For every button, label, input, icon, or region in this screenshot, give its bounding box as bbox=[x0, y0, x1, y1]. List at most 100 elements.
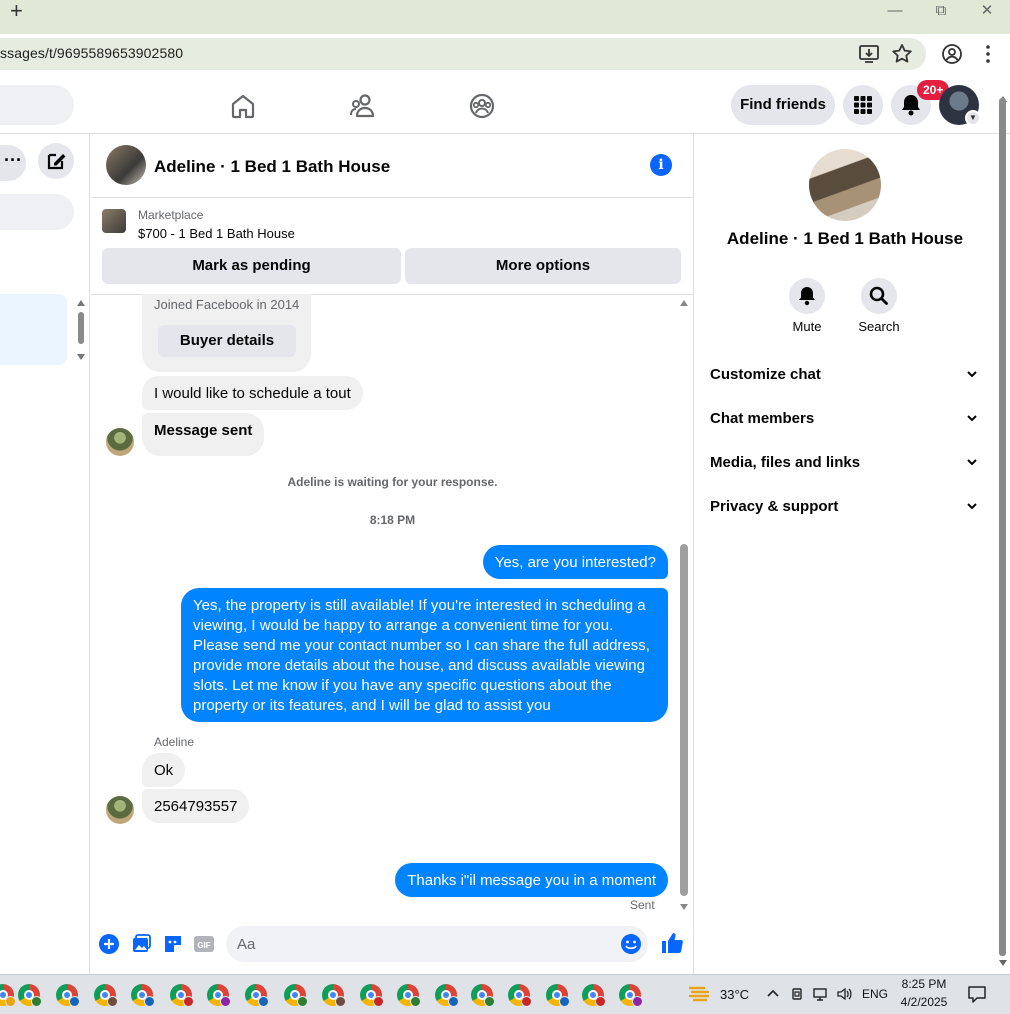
bell-icon bbox=[799, 287, 815, 306]
message-input[interactable] bbox=[226, 926, 648, 962]
browser-menu-icon[interactable] bbox=[976, 42, 1000, 66]
clock-date[interactable]: 4/2/2025 bbox=[893, 995, 955, 1009]
chrome-taskbar-icon[interactable] bbox=[94, 984, 118, 1007]
plus-icon[interactable] bbox=[98, 933, 120, 955]
url-text[interactable]: ssages/t/9695589653902580 bbox=[0, 45, 183, 61]
mark-as-pending-button[interactable]: Mark as pending bbox=[102, 248, 401, 284]
chat-details-panel bbox=[695, 134, 1010, 974]
joined-info: Joined Facebook in 2014 bbox=[154, 297, 300, 312]
thumbs-up-icon[interactable] bbox=[660, 931, 684, 955]
chrome-taskbar-icon[interactable] bbox=[284, 984, 308, 1007]
selected-chat-item[interactable] bbox=[0, 294, 67, 365]
page-scrollbar-thumb[interactable] bbox=[999, 98, 1006, 956]
sender-avatar[interactable] bbox=[106, 428, 134, 456]
close-window-button[interactable]: ✕ bbox=[964, 0, 1010, 22]
message-bubble-outgoing[interactable]: Yes, the property is still available! If… bbox=[181, 588, 668, 722]
language-indicator[interactable]: ENG bbox=[862, 987, 888, 1001]
chrome-taskbar-icon[interactable] bbox=[322, 984, 346, 1007]
chrome-taskbar-icon[interactable] bbox=[207, 984, 231, 1007]
search-button[interactable] bbox=[861, 278, 897, 314]
search-label: Search bbox=[858, 319, 900, 334]
chrome-taskbar-icon[interactable] bbox=[508, 984, 532, 1007]
groups-icon[interactable] bbox=[466, 90, 498, 122]
chevron-down-icon bbox=[967, 459, 977, 466]
minimize-button[interactable]: — bbox=[872, 0, 918, 22]
temperature[interactable]: 33°C bbox=[720, 987, 749, 1002]
chrome-taskbar-icon[interactable] bbox=[245, 984, 269, 1007]
bookmark-star-icon[interactable] bbox=[890, 42, 914, 66]
chrome-taskbar-icon[interactable] bbox=[170, 984, 194, 1007]
chats-list-column bbox=[0, 134, 90, 974]
emoji-icon[interactable] bbox=[620, 933, 642, 955]
customize-chat-section[interactable]: Customize chat bbox=[710, 361, 985, 389]
sent-status: Sent bbox=[630, 898, 655, 912]
gif-icon[interactable]: GIF bbox=[193, 933, 215, 955]
home-icon[interactable] bbox=[227, 90, 259, 122]
listing-thumbnail[interactable] bbox=[102, 209, 126, 233]
chrome-taskbar-icon[interactable] bbox=[582, 984, 606, 1007]
privacy-support-section[interactable]: Privacy & support bbox=[710, 493, 985, 521]
chat-avatar[interactable] bbox=[106, 145, 146, 185]
chrome-taskbar-icon[interactable] bbox=[435, 984, 459, 1007]
sender-avatar[interactable] bbox=[106, 796, 134, 824]
new-tab-button[interactable]: + bbox=[10, 0, 34, 22]
chrome-taskbar-icon[interactable] bbox=[397, 984, 421, 1007]
message-bubble-outgoing[interactable]: Yes, are you interested? bbox=[482, 545, 668, 579]
message-bubble-incoming[interactable]: Ok bbox=[142, 753, 186, 787]
weather-icon[interactable] bbox=[688, 984, 712, 1004]
profile-icon[interactable] bbox=[940, 42, 964, 66]
message-bubble-incoming[interactable]: 2564793557 bbox=[142, 789, 250, 823]
chrome-taskbar-icon[interactable] bbox=[360, 984, 384, 1007]
network-icon[interactable] bbox=[812, 986, 828, 1002]
message-timestamp: 8:18 PM bbox=[369, 513, 416, 527]
details-title: Adeline · 1 Bed 1 Bath House bbox=[726, 229, 964, 248]
chrome-taskbar-icon[interactable] bbox=[619, 984, 643, 1007]
chat-title[interactable]: Adeline · 1 Bed 1 Bath House bbox=[154, 157, 390, 177]
waiting-notice-text: Adeline is waiting for your response. bbox=[287, 475, 498, 489]
details-avatar[interactable] bbox=[809, 149, 881, 221]
chrome-taskbar-icon[interactable] bbox=[131, 984, 155, 1007]
photo-icon[interactable] bbox=[130, 933, 152, 955]
new-message-button[interactable] bbox=[38, 143, 74, 179]
device-icon[interactable] bbox=[789, 986, 805, 1002]
info-icon[interactable]: i bbox=[650, 154, 672, 176]
restore-button[interactable]: ⧉ bbox=[918, 0, 964, 22]
mute-label: Mute bbox=[792, 319, 822, 334]
browser-tab-strip bbox=[0, 0, 1010, 34]
friends-icon[interactable] bbox=[347, 90, 379, 122]
sticker-icon[interactable] bbox=[162, 933, 184, 955]
message-bubble-outgoing[interactable]: Thanks i"il message you in a moment bbox=[395, 863, 668, 897]
listing-title[interactable]: $700 - 1 Bed 1 Bath House bbox=[138, 226, 295, 241]
chrome-taskbar-icon[interactable] bbox=[56, 984, 80, 1007]
chevron-down-icon bbox=[967, 415, 977, 422]
message-bubble-incoming[interactable]: Message sent bbox=[142, 413, 265, 456]
chevron-down-icon[interactable]: ▼ bbox=[965, 110, 981, 126]
chevron-down-icon bbox=[967, 371, 977, 378]
message-input-placeholder[interactable]: Aa bbox=[237, 936, 255, 953]
buyer-details-button[interactable]: Buyer details bbox=[158, 325, 296, 357]
clock-time[interactable]: 8:25 PM bbox=[893, 977, 955, 991]
chrome-taskbar-icon[interactable] bbox=[18, 984, 42, 1007]
chat-members-section[interactable]: Chat members bbox=[710, 405, 985, 433]
chat-list-scrollbar[interactable] bbox=[77, 300, 85, 360]
mute-button[interactable] bbox=[789, 278, 825, 314]
media-files-links-section[interactable]: Media, files and links bbox=[710, 449, 985, 477]
message-bubble-incoming[interactable]: I would like to schedule a tout bbox=[142, 376, 363, 410]
chevron-up-icon[interactable] bbox=[765, 986, 781, 1002]
menu-button[interactable] bbox=[843, 85, 883, 125]
facebook-search-input[interactable] bbox=[0, 85, 74, 125]
marketplace-label: Marketplace bbox=[138, 208, 204, 222]
chrome-taskbar-icon[interactable] bbox=[546, 984, 570, 1007]
chat-scrollbar-thumb[interactable] bbox=[680, 544, 688, 896]
find-friends-button[interactable]: Find friends bbox=[731, 85, 835, 125]
volume-icon[interactable] bbox=[836, 986, 852, 1002]
chevron-down-icon bbox=[967, 503, 977, 510]
search-icon bbox=[869, 286, 888, 305]
install-app-icon[interactable] bbox=[857, 42, 881, 66]
messenger-search-input[interactable] bbox=[0, 194, 74, 230]
section-label: Chat members bbox=[710, 410, 815, 427]
chrome-taskbar-icon[interactable] bbox=[471, 984, 495, 1007]
notification-center-icon[interactable] bbox=[966, 983, 988, 1005]
more-options-button[interactable]: More options bbox=[405, 248, 681, 284]
svg-text:GIF: GIF bbox=[197, 941, 210, 950]
